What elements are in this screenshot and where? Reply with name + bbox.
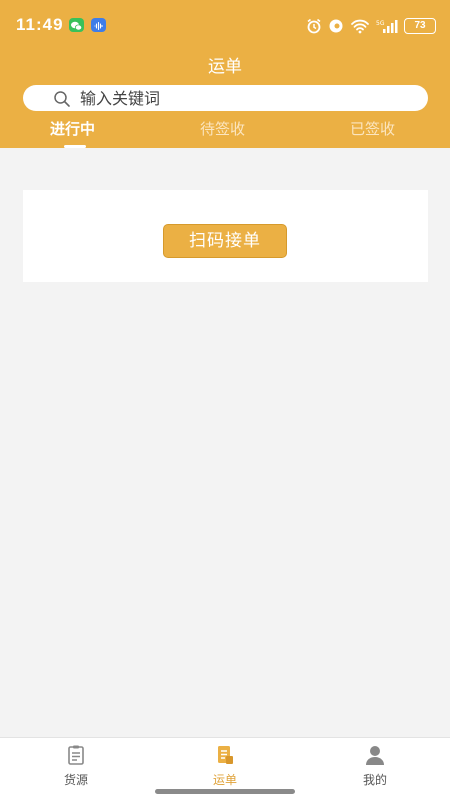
waybill-icon bbox=[218, 746, 233, 764]
search-icon bbox=[54, 91, 70, 107]
search-bar[interactable] bbox=[23, 85, 428, 111]
status-bar: 11:49 5G 73 bbox=[0, 0, 450, 50]
alarm-icon bbox=[307, 18, 321, 34]
tab-pending-receipt[interactable]: 待签收 bbox=[200, 118, 245, 139]
tabbar-label-cargo: 货源 bbox=[63, 773, 88, 787]
clipboard-icon bbox=[68, 745, 84, 765]
person-icon bbox=[366, 746, 384, 765]
voice-app-icon bbox=[91, 18, 106, 32]
signal-icon: 5G bbox=[376, 20, 398, 33]
tab-in-progress[interactable]: 进行中 bbox=[50, 118, 95, 139]
tabbar-item-mine[interactable]: 我的 bbox=[335, 744, 415, 788]
status-time: 11:49 bbox=[16, 15, 64, 34]
svg-text:5G: 5G bbox=[376, 20, 385, 27]
wechat-icon bbox=[69, 18, 84, 32]
tab-signed[interactable]: 已签收 bbox=[350, 118, 395, 139]
tabbar-item-waybill[interactable]: 运单 bbox=[185, 744, 265, 788]
headset-status-icon bbox=[329, 19, 343, 33]
page-title: 运单 bbox=[208, 57, 242, 77]
header-bar: 11:49 5G 73 运单 进行中 待签收 已签收 bbox=[0, 0, 450, 148]
battery-indicator: 73 bbox=[404, 18, 436, 34]
active-tab-indicator bbox=[64, 145, 86, 148]
home-indicator bbox=[155, 789, 295, 794]
tabbar-label-waybill: 运单 bbox=[212, 773, 237, 787]
wifi-icon bbox=[351, 19, 369, 34]
tabbar-label-mine: 我的 bbox=[362, 773, 387, 787]
waybill-tabs: 进行中 待签收 已签收 bbox=[0, 118, 450, 148]
scan-order-button[interactable]: 扫码接单 bbox=[163, 224, 287, 258]
tabbar-item-cargo[interactable]: 货源 bbox=[36, 744, 116, 788]
search-input[interactable] bbox=[80, 87, 410, 109]
